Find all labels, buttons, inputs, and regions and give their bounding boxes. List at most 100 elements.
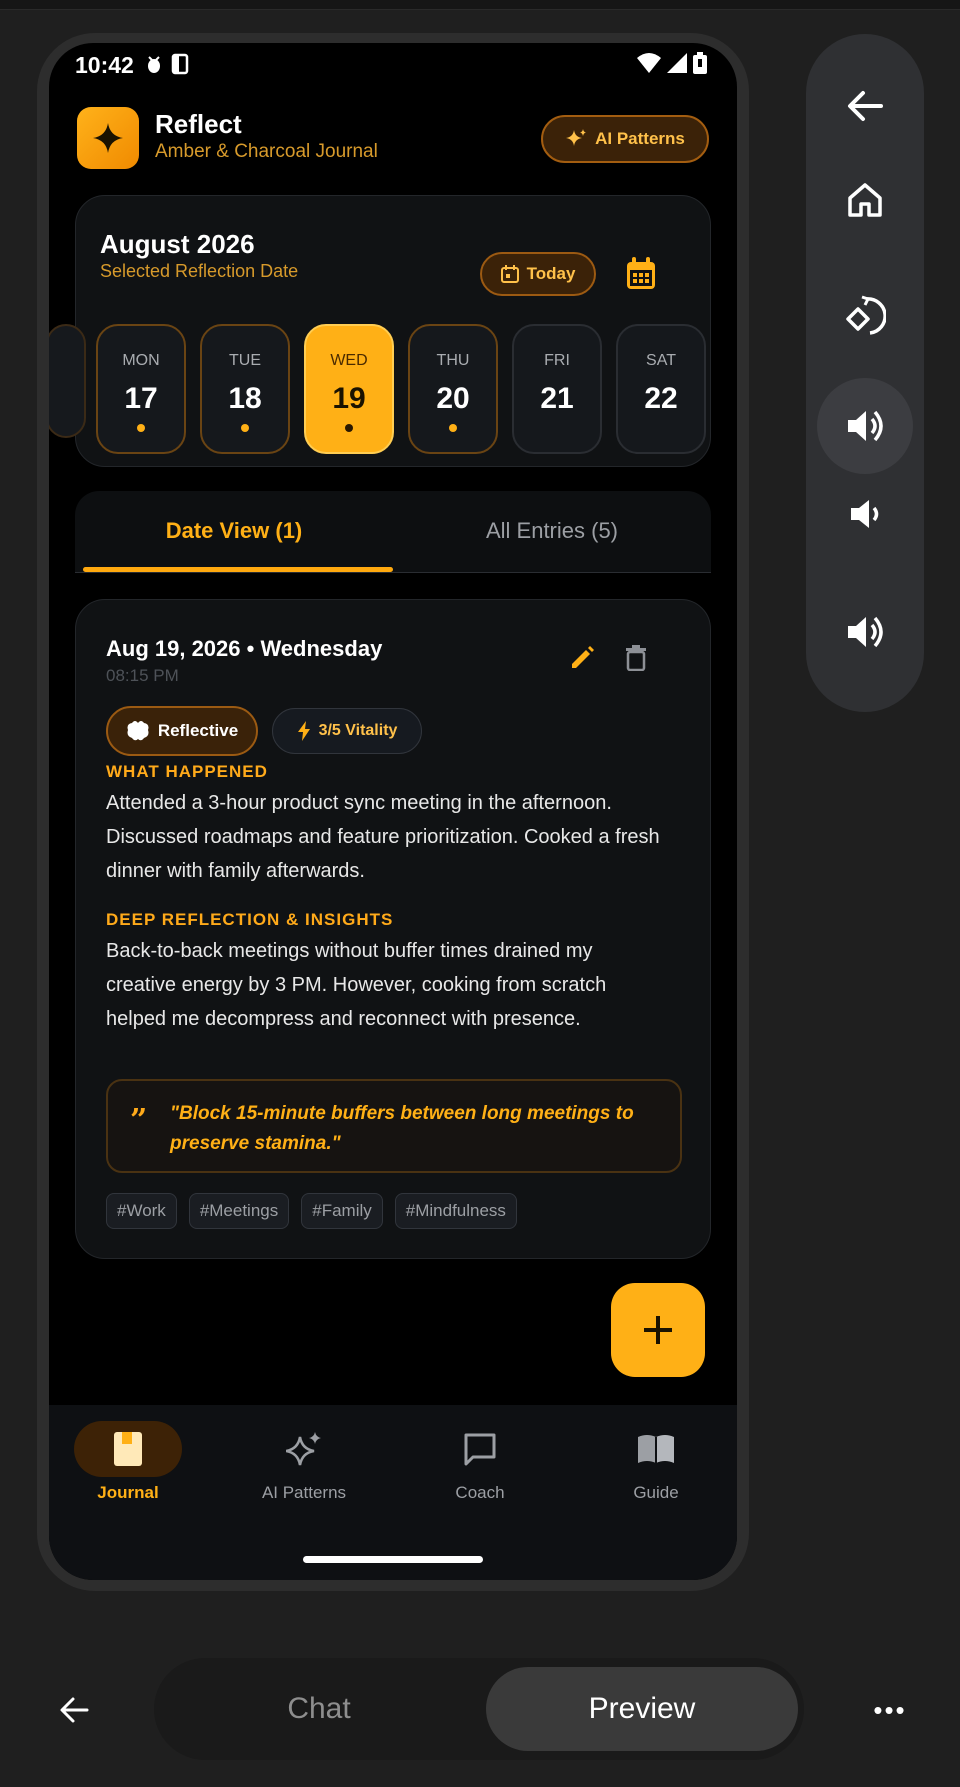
month-title: August 2026: [100, 229, 255, 259]
tab-date-view[interactable]: Date View (1): [75, 491, 393, 571]
emulator-volume-down-button[interactable]: [817, 466, 913, 562]
volume-icon: [848, 616, 883, 648]
day-pill-tue[interactable]: TUE 18: [200, 324, 290, 454]
plus-icon: [644, 1316, 672, 1344]
journal-icon: [114, 1432, 142, 1466]
what-happened-text: Attended a 3-hour product sync meeting i…: [106, 792, 660, 882]
day-pill-sat[interactable]: SAT 22: [616, 324, 706, 454]
chat-tab[interactable]: Chat: [154, 1658, 484, 1760]
mood-chip: Reflective: [106, 706, 258, 756]
day-number: 17: [124, 382, 158, 415]
nav-label: Guide: [633, 1483, 679, 1502]
emulator-side-panel: [806, 34, 924, 712]
insights-label: DEEP REFLECTION & INSIGHTS: [106, 910, 394, 929]
insights-text: Back-to-back meetings without buffer tim…: [106, 940, 607, 1030]
nav-ai-patterns[interactable]: AI Patterns: [229, 1421, 379, 1521]
nav-coach[interactable]: Coach: [405, 1421, 555, 1521]
calendar-icon: [627, 257, 655, 289]
mood-label: Reflective: [157, 721, 239, 740]
day-pill-wed[interactable]: WED 19: [304, 324, 394, 454]
brain-icon: [127, 721, 149, 741]
status-time: 10:42: [75, 52, 134, 78]
emulator-home-button[interactable]: [817, 152, 913, 248]
volume-down-icon: [851, 500, 879, 528]
vitality-chip: 3/5 Vitality: [272, 708, 422, 754]
day-pill-fri[interactable]: FRI 21: [512, 324, 602, 454]
book-icon: [638, 1435, 674, 1463]
insight-quote: ” "Block 15-minute buffers between long …: [106, 1079, 682, 1173]
back-button[interactable]: [52, 1688, 96, 1732]
date-selector-card: August 2026 Selected Reflection Date Tod…: [49, 195, 712, 467]
cell-signal-icon: [667, 53, 687, 73]
tab-all-entries[interactable]: All Entries (5): [393, 491, 711, 571]
entry-dot: [345, 424, 353, 432]
wifi-icon: [637, 53, 661, 73]
tab-indicator: [83, 567, 393, 572]
edit-entry-button[interactable]: [564, 640, 600, 676]
nav-label: Coach: [455, 1483, 505, 1502]
entry-dot: [241, 424, 249, 432]
tag[interactable]: #Work: [106, 1193, 177, 1229]
tag-list: #Work #Meetings #Family #Mindfulness: [106, 1193, 517, 1229]
quote-text: "Block 15-minute buffers between long me…: [170, 1103, 634, 1154]
emulator-rotate-button[interactable]: [817, 268, 913, 364]
vitality-label: 3/5 Vitality: [318, 722, 398, 739]
nav-label: AI Patterns: [261, 1483, 347, 1502]
what-happened-label: WHAT HAPPENED: [106, 762, 268, 781]
status-bar: 10:42: [49, 43, 737, 87]
day-number: 22: [644, 382, 678, 415]
trash-icon: [626, 645, 646, 671]
emulator-volume-button[interactable]: [817, 584, 913, 680]
preview-tab[interactable]: Preview: [486, 1667, 798, 1751]
entry-dot: [137, 424, 145, 432]
today-label: Today: [526, 264, 576, 283]
day-pill-thu[interactable]: THU 20: [408, 324, 498, 454]
day-number: 19: [332, 382, 366, 415]
calendar-small-icon: [500, 265, 519, 283]
month-subtitle: Selected Reflection Date: [100, 261, 299, 281]
more-options-icon[interactable]: •••: [868, 1688, 912, 1732]
nav-guide[interactable]: Guide: [581, 1421, 731, 1521]
journal-entry-card: Aug 19, 2026 • Wednesday 08:15 PM Reflec…: [75, 599, 711, 1259]
app-subtitle: Amber & Charcoal Journal: [155, 141, 378, 162]
day-pill-mon[interactable]: MON 17: [96, 324, 186, 454]
delete-entry-button[interactable]: [618, 640, 654, 676]
phone-screen: 10:42 Reflect Amber & Charcoal Journal A…: [49, 43, 737, 1580]
battery-icon: [693, 52, 707, 74]
debug-bug-icon: [148, 56, 160, 73]
day-name: MON: [122, 352, 160, 369]
emulator-back-button[interactable]: [817, 58, 913, 154]
home-indicator[interactable]: [303, 1556, 483, 1563]
day-pill-partial[interactable]: [49, 324, 86, 438]
arrow-left-icon: [848, 91, 883, 121]
nav-journal[interactable]: Journal: [53, 1421, 203, 1521]
day-name: SAT: [646, 352, 676, 369]
rotate-icon: [846, 295, 886, 335]
tag[interactable]: #Meetings: [188, 1193, 290, 1229]
ai-patterns-button[interactable]: AI Patterns: [541, 115, 709, 163]
window-top-strip: [0, 0, 960, 10]
tag[interactable]: #Family: [301, 1193, 383, 1229]
bottom-navigation: Journal AI Patterns Coach Guide: [49, 1405, 737, 1580]
app-title: Reflect: [155, 109, 242, 139]
volume-up-icon: [848, 410, 883, 442]
day-name: FRI: [544, 352, 570, 369]
day-number: 20: [436, 382, 470, 415]
entry-dot: [449, 424, 457, 432]
day-name: THU: [436, 352, 470, 369]
day-number: 21: [540, 382, 574, 415]
screenshot-icon: [171, 53, 189, 75]
day-strip: MON 17 TUE 18 WED 19 THU 20 FRI 21 SAT 2…: [49, 316, 712, 454]
view-tabs: Date View (1) All Entries (5): [75, 491, 711, 573]
day-name: TUE: [229, 352, 261, 369]
view-mode-toggle: Chat Preview: [154, 1658, 804, 1760]
ai-patterns-label: AI Patterns: [595, 129, 685, 148]
calendar-picker-button[interactable]: [621, 254, 661, 294]
sparkle-icon: [286, 1432, 321, 1466]
tag[interactable]: #Mindfulness: [394, 1193, 517, 1229]
entry-date: Aug 19, 2026 • Wednesday: [106, 636, 383, 661]
emulator-volume-up-button[interactable]: [817, 378, 913, 474]
add-entry-button[interactable]: [611, 1283, 705, 1377]
today-button[interactable]: Today: [480, 252, 596, 296]
app-logo: [77, 107, 139, 169]
